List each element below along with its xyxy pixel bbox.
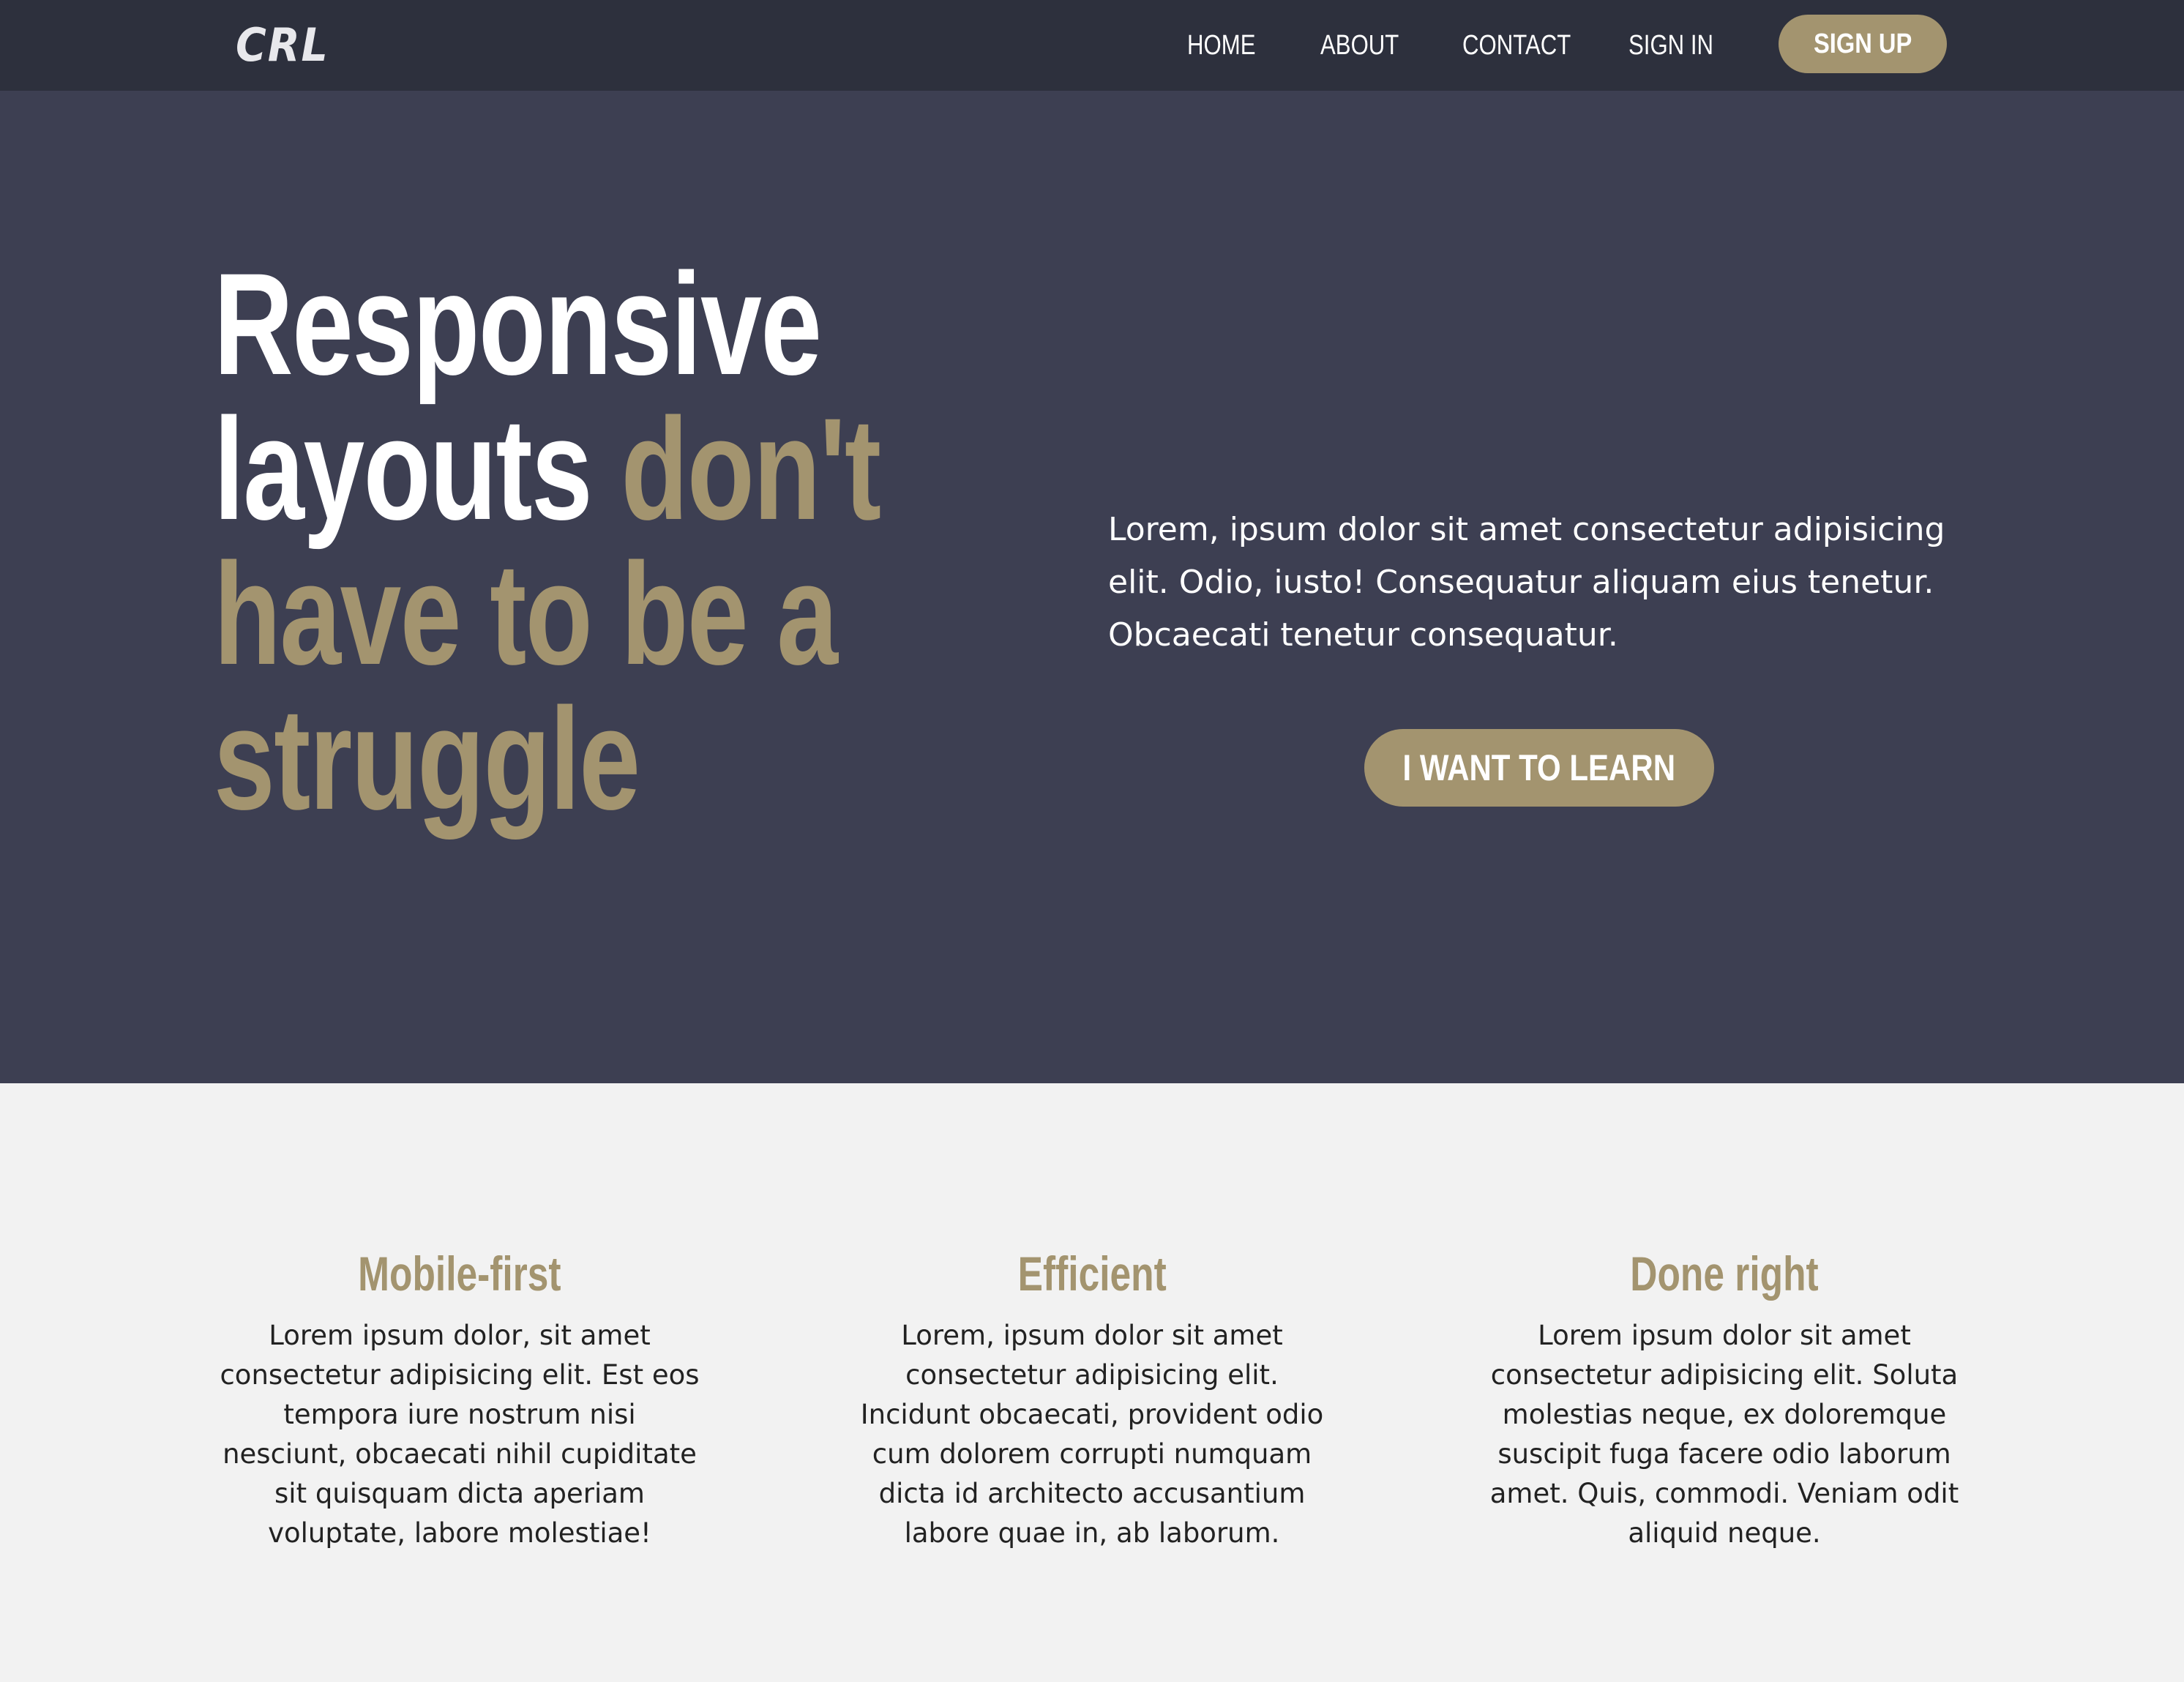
sign-up-label: SIGN UP [1813,28,1912,59]
feature-title-text: Efficient [1017,1246,1167,1301]
nav-link-home[interactable]: HOME [1187,22,1255,69]
nav-link-contact[interactable]: CONTACT [1462,22,1571,69]
learn-button-label: I WANT TO LEARN [1402,747,1676,788]
hero-description: Lorem, ipsum dolor sit amet consectetur … [1108,511,1945,654]
nav-link-about[interactable]: ABOUT [1320,22,1399,69]
feature-description: Lorem ipsum dolor, sit amet consectetur … [220,1320,700,1549]
headline-responsive: Responsive [214,243,822,405]
sign-up-button[interactable]: SIGN UP [1779,15,1947,73]
headline-line-1: Responsive [214,252,881,397]
feature-title-text: Mobile-first [358,1246,561,1301]
feature-title-text: Done right [1630,1246,1819,1301]
features-section: Mobile-first Lorem ipsum dolor, sit amet… [0,1083,2184,1682]
headline-line-2: layouts don't [214,397,881,542]
crl-logo[interactable]: CRL [236,16,329,75]
feature-description: Lorem, ipsum dolor sit amet consectetur … [860,1320,1324,1549]
feature-title: Mobile-first [211,1244,708,1303]
feature-title: Efficient [843,1244,1341,1303]
hero-section: Responsive layouts don't have to be a st… [0,91,2184,1083]
headline-dont: don't [621,388,881,550]
feature-description: Lorem ipsum dolor sit amet consectetur a… [1489,1320,1959,1549]
feature-title: Done right [1476,1244,1973,1303]
headline-layouts: layouts [214,388,593,550]
headline-line-3: have to be a [214,533,838,695]
top-navbar: CRL HOME ABOUT CONTACT SIGN IN SIGN UP [0,0,2184,91]
feature-card-done-right: Done right Lorem ipsum dolor sit amet co… [1476,1244,1973,1553]
feature-card-mobile-first: Mobile-first Lorem ipsum dolor, sit amet… [211,1244,708,1553]
headline-line-4: struggle [214,678,640,840]
nav-link-sign-in[interactable]: SIGN IN [1628,22,1713,69]
hero-headline: Responsive layouts don't have to be a st… [214,252,881,831]
i-want-to-learn-button[interactable]: I WANT TO LEARN [1364,729,1714,807]
feature-card-efficient: Efficient Lorem, ipsum dolor sit amet co… [843,1244,1341,1553]
